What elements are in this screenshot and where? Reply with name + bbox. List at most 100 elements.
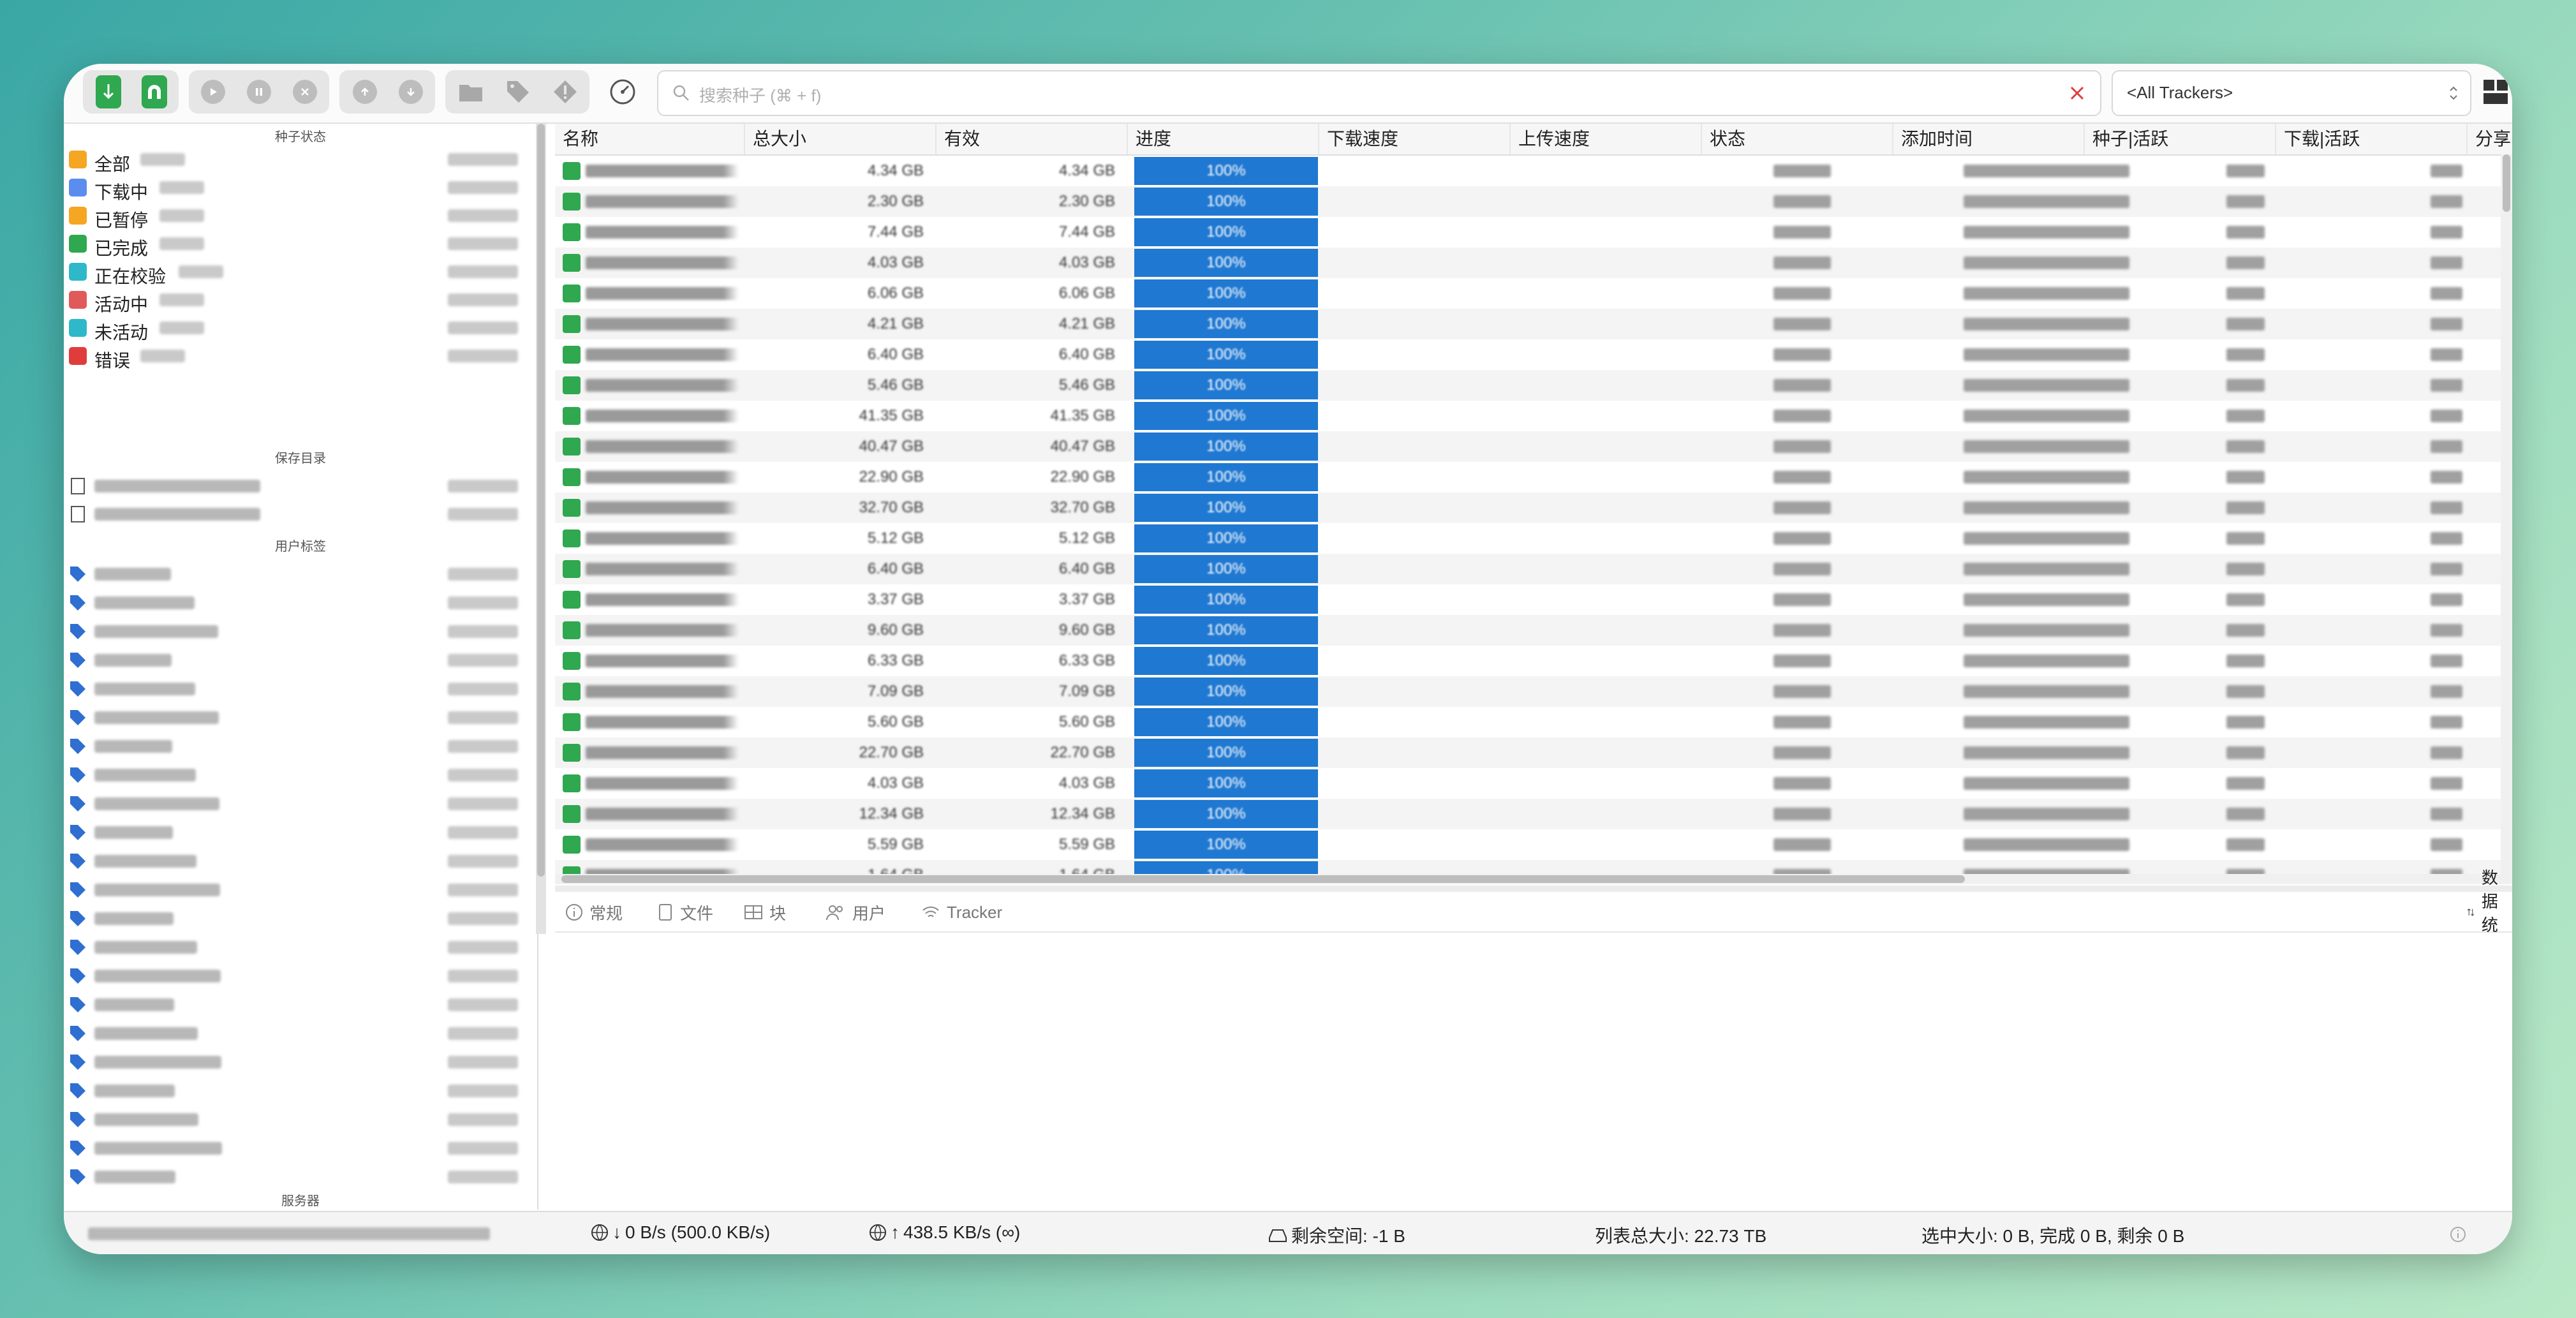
col-seeds[interactable]: 种子|活跃 <box>2085 124 2276 154</box>
sidebar-status-item[interactable]: 未活动 <box>64 314 537 343</box>
add-torrent-button[interactable] <box>85 70 131 114</box>
table-row[interactable]: 22.70 GB 22.70 GB 100% <box>555 737 2512 768</box>
table-row[interactable]: 2.30 GB 2.30 GB 100% <box>555 186 2512 217</box>
search-input[interactable]: 搜索种子 (⌘ + f) <box>657 70 2101 116</box>
tab-general[interactable]: 常规 <box>565 901 623 924</box>
clear-search-icon[interactable] <box>2069 85 2085 101</box>
sidebar-tag-item[interactable] <box>64 646 537 674</box>
split-divider[interactable] <box>555 885 2512 892</box>
sidebar-tag-item[interactable] <box>64 560 537 588</box>
table-row[interactable]: 9.60 GB 9.60 GB 100% <box>555 615 2512 646</box>
layout-button[interactable] <box>2479 70 2512 114</box>
table-row[interactable]: 6.33 GB 6.33 GB 100% <box>555 646 2512 676</box>
table-row[interactable]: 5.59 GB 5.59 GB 100% <box>555 829 2512 860</box>
available-cell: 22.90 GB <box>1050 468 1115 485</box>
sidebar-tag-item[interactable] <box>64 790 537 818</box>
folder-item[interactable] <box>64 500 537 528</box>
info-icon[interactable] <box>2450 1226 2466 1243</box>
stats-button[interactable]: 数据统计 <box>2466 868 2512 958</box>
sidebar-tag-item[interactable] <box>64 847 537 875</box>
table-row[interactable]: 4.21 GB 4.21 GB 100% <box>555 309 2512 339</box>
sidebar-status-item[interactable]: 活动中 <box>64 286 537 315</box>
table-row[interactable]: 6.40 GB 6.40 GB 100% <box>555 339 2512 370</box>
col-upload-speed[interactable]: 上传速度 <box>1511 124 1702 154</box>
table-row[interactable]: 5.12 GB 5.12 GB 100% <box>555 523 2512 554</box>
sidebar-tag-item[interactable] <box>64 933 537 961</box>
sidebar-scrollbar[interactable] <box>536 124 546 934</box>
table-row[interactable]: 3.37 GB 3.37 GB 100% <box>555 584 2512 615</box>
col-ratio[interactable]: 分享 <box>2468 124 2512 154</box>
download-speed-status[interactable]: ↓ 0 B/s (500.0 KB/s) <box>591 1222 770 1243</box>
col-name[interactable]: 名称 <box>555 124 745 154</box>
add-magnet-button[interactable] <box>131 70 177 114</box>
chevron-updown-icon <box>2450 86 2457 100</box>
sidebar-tag-item[interactable] <box>64 876 537 904</box>
table-row[interactable]: 32.70 GB 32.70 GB 100% <box>555 492 2512 523</box>
queue-down-button[interactable] <box>388 70 434 114</box>
tab-pieces[interactable]: 块 <box>744 901 786 924</box>
table-row[interactable]: 4.03 GB 4.03 GB 100% <box>555 768 2512 799</box>
table-row[interactable]: 4.03 GB 4.03 GB 100% <box>555 248 2512 278</box>
sidebar-tag-item[interactable] <box>64 905 537 933</box>
col-peers[interactable]: 下载|活跃 <box>2276 124 2468 154</box>
sidebar-status-item[interactable]: 已暂停 <box>64 202 537 230</box>
sidebar-status-item[interactable]: 全部 <box>64 145 537 174</box>
table-row[interactable]: 5.60 GB 5.60 GB 100% <box>555 707 2512 737</box>
start-button[interactable] <box>190 70 236 114</box>
col-total-size[interactable]: 总大小 <box>745 124 936 154</box>
seeds-cell <box>2226 471 2265 484</box>
sidebar-status-item[interactable]: 下载中 <box>64 174 537 202</box>
set-tags-button[interactable] <box>495 70 541 114</box>
table-row[interactable]: 5.46 GB 5.46 GB 100% <box>555 370 2512 401</box>
tracker-filter-select[interactable]: <All Trackers> <box>2112 70 2471 116</box>
table-row[interactable]: 4.34 GB 4.34 GB 100% <box>555 156 2512 186</box>
col-added-time[interactable]: 添加时间 <box>1893 124 2085 154</box>
sidebar-tag-item[interactable] <box>64 618 537 646</box>
warning-button[interactable] <box>542 70 588 114</box>
speed-limit-button[interactable] <box>600 70 646 114</box>
table-row[interactable]: 7.44 GB 7.44 GB 100% <box>555 217 2512 248</box>
remove-button[interactable] <box>282 70 328 114</box>
table-row[interactable]: 6.06 GB 6.06 GB 100% <box>555 278 2512 309</box>
sidebar-tag-item[interactable] <box>64 675 537 703</box>
table-row[interactable]: 40.47 GB 40.47 GB 100% <box>555 431 2512 462</box>
sidebar-tag-item[interactable] <box>64 1106 537 1134</box>
sidebar-status-item[interactable]: 正在校验 <box>64 258 537 286</box>
sidebar-tag-item[interactable] <box>64 1134 537 1162</box>
sidebar-tag-item[interactable] <box>64 704 537 732</box>
file-icon <box>71 478 85 494</box>
sidebar-tag-item[interactable] <box>64 1077 537 1105</box>
col-progress[interactable]: 进度 <box>1128 124 1319 154</box>
tab-trackers[interactable]: Tracker <box>921 901 1002 924</box>
col-available[interactable]: 有效 <box>936 124 1128 154</box>
sidebar-tag-item[interactable] <box>64 1019 537 1048</box>
queue-up-button[interactable] <box>342 70 388 114</box>
sidebar-tag-item[interactable] <box>64 962 537 990</box>
set-location-button[interactable] <box>448 70 494 114</box>
table-row[interactable]: 12.34 GB 12.34 GB 100% <box>555 799 2512 829</box>
table-vertical-scrollbar[interactable] <box>2501 154 2512 882</box>
total-size-cell: 7.09 GB <box>867 683 924 700</box>
sidebar-status-item[interactable]: 错误 <box>64 342 537 371</box>
col-download-speed[interactable]: 下载速度 <box>1319 124 1511 154</box>
table-horizontal-scrollbar[interactable] <box>555 874 2512 884</box>
sidebar-tag-item[interactable] <box>64 589 537 617</box>
sidebar-tag-item[interactable] <box>64 1048 537 1076</box>
tab-peers[interactable]: 用户 <box>825 901 885 924</box>
torrent-name <box>586 716 739 729</box>
folder-item[interactable] <box>64 472 537 500</box>
table-row[interactable]: 41.35 GB 41.35 GB 100% <box>555 401 2512 431</box>
sidebar-tag-item[interactable] <box>64 818 537 847</box>
table-row[interactable]: 6.40 GB 6.40 GB 100% <box>555 554 2512 584</box>
col-status[interactable]: 状态 <box>1702 124 1893 154</box>
sidebar-tag-item[interactable] <box>64 761 537 789</box>
sidebar-tag-item[interactable] <box>64 1163 537 1191</box>
sidebar-tag-item[interactable] <box>64 991 537 1019</box>
upload-speed-status[interactable]: ↑ 438.5 KB/s (∞) <box>869 1222 1020 1243</box>
sidebar-status-item[interactable]: 已完成 <box>64 230 537 258</box>
pause-button[interactable] <box>236 70 282 114</box>
table-row[interactable]: 22.90 GB 22.90 GB 100% <box>555 462 2512 492</box>
table-row[interactable]: 7.09 GB 7.09 GB 100% <box>555 676 2512 707</box>
sidebar-tag-item[interactable] <box>64 732 537 760</box>
tab-files[interactable]: 文件 <box>657 901 713 924</box>
